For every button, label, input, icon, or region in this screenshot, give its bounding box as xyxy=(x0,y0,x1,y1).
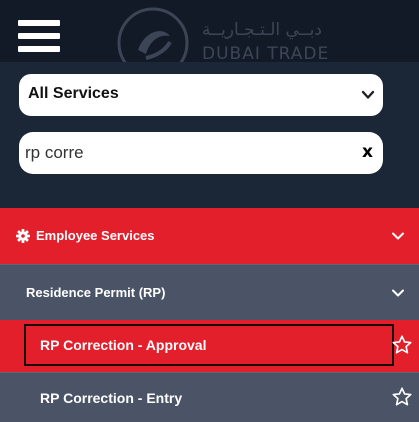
residence-permit-label: Residence Permit (RP) xyxy=(26,285,166,300)
chevron-down-icon[interactable] xyxy=(391,286,405,300)
hamburger-icon[interactable] xyxy=(18,20,60,52)
search-input[interactable] xyxy=(25,132,345,174)
star-outline-icon[interactable] xyxy=(391,386,413,408)
top-header: دبــي الـتـجـاريــة DUBAI TRADE xyxy=(0,0,419,79)
menu-item-rp-correction-approval[interactable]: RP Correction - Approval xyxy=(0,320,419,372)
rp-correction-approval-label: RP Correction - Approval xyxy=(40,337,207,353)
hamburger-line xyxy=(18,20,60,26)
app-window: دبــي الـتـجـاريــة DUBAI TRADE All Serv… xyxy=(0,0,419,422)
search-box: x xyxy=(19,132,383,174)
chevron-down-icon xyxy=(361,90,375,99)
dubai-trade-logo: دبــي الـتـجـاريــة DUBAI TRADE xyxy=(108,0,348,79)
menu-employee-services[interactable]: Employee Services xyxy=(0,208,419,264)
clear-search-button[interactable]: x xyxy=(362,142,373,162)
logo-english-text: DUBAI TRADE xyxy=(202,44,330,64)
rp-correction-entry-label: RP Correction - Entry xyxy=(40,390,183,406)
gear-icon xyxy=(16,229,30,243)
hamburger-line xyxy=(18,46,60,52)
services-menu: Employee Services Residence Permit (RP) … xyxy=(0,208,419,422)
chevron-down-icon[interactable] xyxy=(391,229,405,243)
hamburger-line xyxy=(18,33,60,39)
menu-item-rp-correction-entry[interactable]: RP Correction - Entry xyxy=(0,372,419,422)
filter-panel: All Services x xyxy=(0,62,419,208)
star-outline-icon[interactable] xyxy=(391,334,413,356)
employee-services-label: Employee Services xyxy=(36,228,155,243)
service-select-value: All Services xyxy=(28,85,119,102)
menu-residence-permit[interactable]: Residence Permit (RP) xyxy=(0,264,419,320)
logo-arabic-text: دبــي الـتـجـاريــة xyxy=(202,20,322,40)
service-select[interactable]: All Services xyxy=(19,74,383,116)
